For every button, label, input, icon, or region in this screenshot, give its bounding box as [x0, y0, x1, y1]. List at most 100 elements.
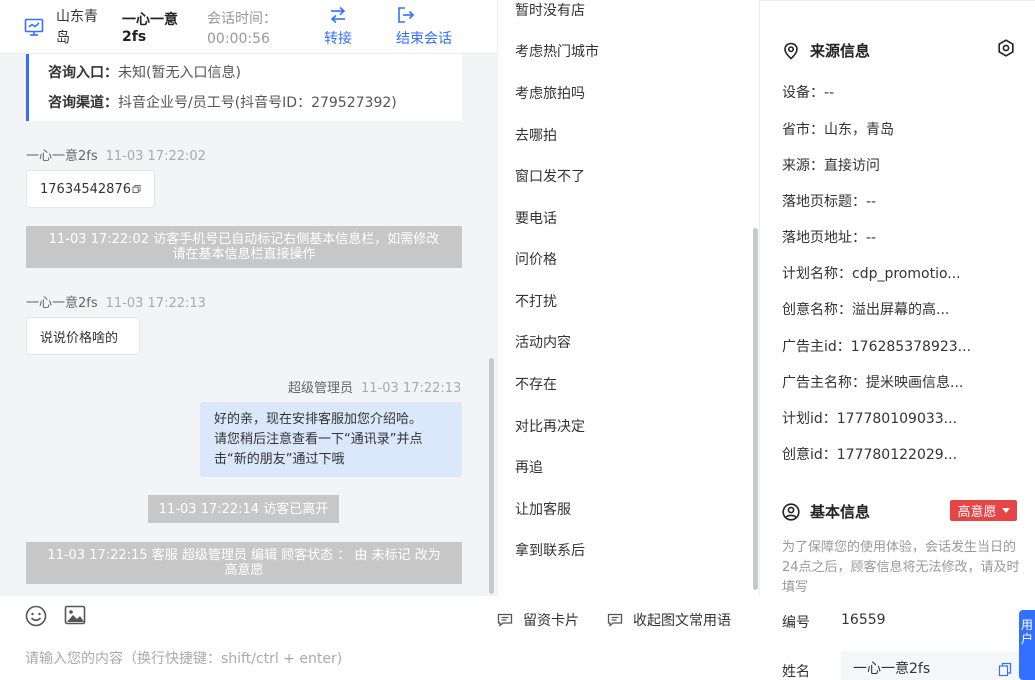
consult-info-card: 咨询入口：未知(暂无入口信息) 咨询渠道：抖音企业号/员工号(抖音号ID：279… [26, 54, 462, 121]
source-device: 设备：-- [782, 85, 835, 101]
source-creative-name: 创意名称：溢出屏幕的高... [782, 302, 950, 318]
system-notice-line: 高意愿 [224, 563, 264, 578]
chat-scrollbar[interactable] [489, 358, 494, 594]
system-notice: 11-03 17:22:14 访客已离开 [148, 495, 339, 523]
monitor-icon [24, 18, 44, 36]
system-notice-line: 请在基本信息栏直接操作 [172, 247, 316, 262]
message-sender: 超级管理员 [288, 381, 354, 396]
message-meta: 一心一意2fs 11-03 17:22:02 [26, 145, 206, 164]
lead-card-label: 留资卡片 [523, 613, 579, 629]
number-label: 编号 [782, 615, 810, 631]
image-icon[interactable] [64, 605, 86, 625]
message-text: 17634542876 [40, 181, 131, 197]
agent-message-bubble[interactable]: 好的亲，现在安排客服加您介绍哈。 请您稍后注意查看一下“通讯录”并点 击“新的朋… [200, 402, 462, 477]
message-text: 说说价格啥的 [40, 330, 119, 346]
source-info-title: 来源信息 [810, 42, 871, 60]
system-notice-line: 11-03 17:22:15 客服 超级管理员 编辑 顾客状态 ： 由 未标记 … [47, 548, 441, 563]
basic-info-heading: 基本信息 [782, 501, 870, 522]
name-value: 一心一意2fs [853, 661, 931, 677]
phrases-scrollbar[interactable] [753, 228, 758, 590]
system-notice-line: 11-03 17:22:02 访客手机号已自动标记右侧基本信息栏，如需修改 [48, 232, 440, 247]
message-card-icon [497, 613, 513, 627]
message-text-line: 请您稍后注意查看一下“通讯录”并点 [214, 432, 423, 447]
channel-value: 抖音企业号/员工号(抖音号ID：279527392) [118, 95, 397, 111]
quick-phrase-item[interactable]: 不打扰 [515, 291, 557, 311]
chat-message-list[interactable]: 咨询入口：未知(暂无入口信息) 咨询渠道：抖音企业号/员工号(抖音号ID：279… [0, 54, 497, 596]
chat-message-input[interactable] [25, 648, 485, 670]
quick-phrase-item[interactable]: 去哪拍 [515, 125, 557, 145]
quick-phrase-item[interactable]: 拿到联系后 [515, 540, 585, 560]
source-landing-url: 落地页地址：-- [782, 230, 877, 246]
source-landing-title: 落地页标题：-- [782, 194, 877, 210]
end-session-label: 结束会话 [396, 31, 452, 47]
visitor-info-panel: 来源信息 设备：-- 省市：山东，青岛 来源：直接访问 落地页标题：-- 落地页… [760, 0, 1035, 680]
settings-icon[interactable] [997, 39, 1015, 57]
quick-phrases-panel: 暂时没有店 考虑热门城市 考虑旅拍吗 去哪拍 窗口发不了 要电话 问价格 不打扰… [497, 0, 760, 596]
basic-info-title: 基本信息 [810, 503, 871, 521]
source-advertiser-id: 广告主id：176285378923... [782, 339, 972, 355]
chat-input-area: 留资卡片 收起图文常用语 [0, 596, 731, 680]
quick-phrase-item[interactable]: 活动内容 [515, 332, 571, 352]
intent-status-dropdown[interactable]: 高意愿 [950, 500, 1017, 521]
message-meta: 一心一意2fs 11-03 17:22:13 [26, 292, 206, 311]
quick-phrase-item[interactable]: 考虑热门城市 [515, 41, 599, 61]
chat-header: 山东青岛 一心一意2fs 会话时间： 00:00:56 转接 结束会话 [0, 0, 497, 54]
source-province-city: 省市：山东，青岛 [782, 122, 894, 138]
chat-panel: 山东青岛 一心一意2fs 会话时间： 00:00:56 转接 结束会话 咨询入口… [0, 0, 731, 680]
message-time: 11-03 17:22:13 [361, 381, 462, 396]
quick-phrase-item[interactable]: 窗口发不了 [515, 166, 585, 186]
quick-phrase-item[interactable]: 让加客服 [515, 499, 571, 519]
emoji-icon[interactable] [25, 605, 47, 627]
name-field[interactable]: 一心一意2fs [841, 651, 1021, 680]
visitor-message-bubble[interactable]: 17634542876 [26, 170, 155, 208]
source-creative-id: 创意id：177780122029... [782, 447, 958, 463]
user-side-tab[interactable]: 用户 [1019, 610, 1035, 680]
quick-phrase-item[interactable]: 不存在 [515, 374, 557, 394]
source-plan-id: 计划id：177780109033... [782, 411, 958, 427]
transfer-button[interactable]: 转接 [324, 6, 352, 48]
copy-icon[interactable] [998, 662, 1012, 677]
system-notice: 11-03 17:22:02 访客手机号已自动标记右侧基本信息栏，如需修改 请在… [26, 226, 462, 268]
message-meta: 超级管理员 11-03 17:22:13 [288, 377, 461, 396]
entry-row: 咨询入口：未知(暂无入口信息) [48, 62, 241, 82]
quick-phrase-item[interactable]: 对比再决定 [515, 416, 585, 436]
quick-phrase-item[interactable]: 考虑旅拍吗 [515, 83, 585, 103]
source-plan-name: 计划名称：cdp_promotio... [782, 266, 961, 282]
transfer-label: 转接 [324, 31, 352, 47]
transfer-icon [330, 6, 346, 24]
system-notice: 11-03 17:22:15 客服 超级管理员 编辑 顾客状态 ： 由 未标记 … [26, 542, 462, 584]
exit-icon [398, 7, 415, 23]
message-sender: 一心一意2fs [26, 296, 98, 311]
collapse-phrases-button[interactable]: 收起图文常用语 [607, 610, 731, 630]
visitor-location: 山东青岛 [56, 9, 98, 46]
name-label: 姓名 [782, 664, 810, 680]
visitor-message-bubble[interactable]: 说说价格啥的 [26, 317, 140, 355]
entry-label: 咨询入口： [48, 65, 118, 81]
quick-phrase-item[interactable]: 问价格 [515, 249, 557, 269]
message-time: 11-03 17:22:02 [105, 149, 206, 164]
quick-phrase-item[interactable]: 要电话 [515, 208, 557, 228]
channel-row: 咨询渠道：抖音企业号/员工号(抖音号ID：279527392) [48, 92, 397, 112]
caret-down-icon [1001, 508, 1010, 513]
user-circle-icon [782, 502, 800, 521]
message-time: 11-03 17:22:13 [105, 296, 206, 311]
edit-deadline-note: 为了保障您的使用体验，会话发生当日的24点之后，顾客信息将无法修改，请及时填写 [782, 540, 1020, 595]
copy-icon[interactable] [132, 182, 141, 196]
system-notice-line: 11-03 17:22:14 访客已离开 [158, 501, 329, 517]
quick-phrase-item[interactable]: 暂时没有店 [515, 0, 585, 20]
session-time-value: 00:00:56 [207, 31, 270, 47]
channel-label: 咨询渠道： [48, 95, 118, 111]
message-text-line: 好的亲，现在安排客服加您介绍哈。 [214, 412, 423, 427]
end-session-button[interactable]: 结束会话 [396, 6, 452, 48]
location-pin-icon [784, 42, 798, 60]
source-info-heading: 来源信息 [782, 40, 870, 61]
lead-card-button[interactable]: 留资卡片 [497, 610, 579, 630]
intent-status-label: 高意愿 [957, 505, 997, 520]
quick-phrase-item[interactable]: 再追 [515, 457, 543, 477]
visitor-name: 一心一意2fs [122, 12, 178, 45]
message-list-icon [607, 613, 623, 627]
entry-value: 未知(暂无入口信息) [118, 65, 241, 81]
source-origin: 来源：直接访问 [782, 158, 880, 174]
message-sender: 一心一意2fs [26, 149, 98, 164]
collapse-phrases-label: 收起图文常用语 [633, 613, 731, 629]
